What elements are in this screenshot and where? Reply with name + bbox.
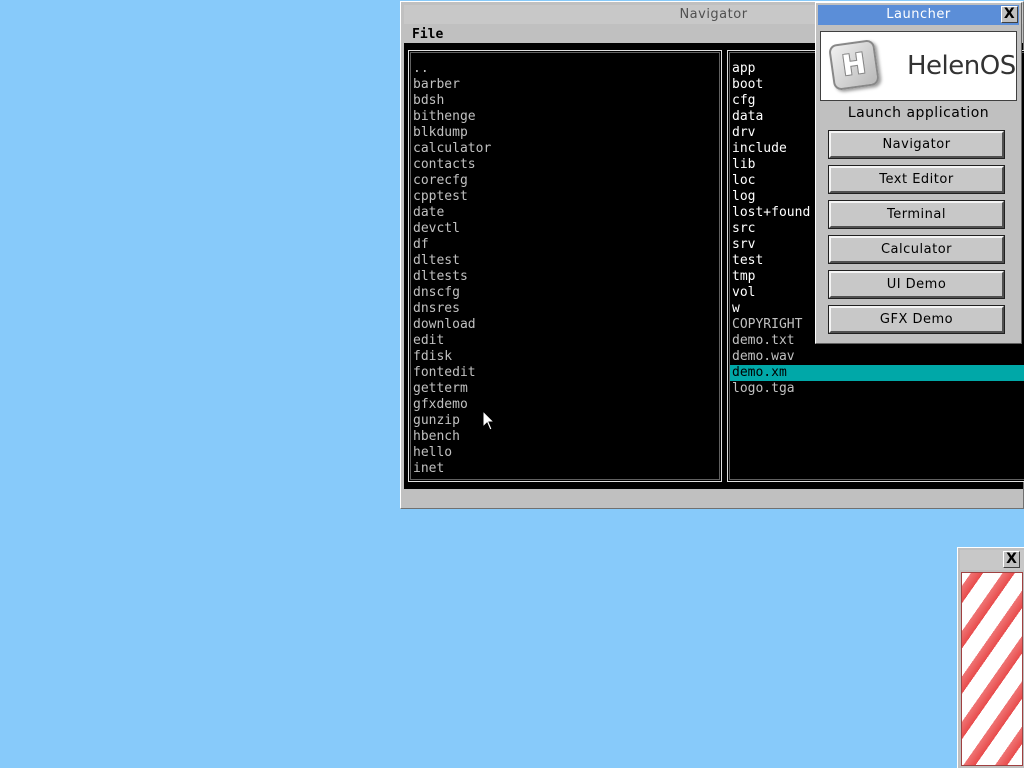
left-file-item[interactable]: dnscfg	[411, 285, 719, 301]
left-file-item[interactable]: download	[411, 317, 719, 333]
launch-text-editor-button[interactable]: Text Editor	[828, 165, 1005, 194]
left-file-item[interactable]: devctl	[411, 221, 719, 237]
launch-ui-demo-button[interactable]: UI Demo	[828, 270, 1005, 299]
left-file-item[interactable]: contacts	[411, 157, 719, 173]
helenos-logo-icon: H	[828, 39, 880, 91]
left-file-item[interactable]: ..	[411, 61, 719, 77]
left-file-item[interactable]: hbench	[411, 429, 719, 445]
launch-caption: Launch application	[847, 105, 990, 121]
mouse-pointer-icon	[482, 410, 496, 431]
logo-text: HelenOS	[907, 51, 1016, 81]
left-file-item[interactable]: corecfg	[411, 173, 719, 189]
launch-terminal-button[interactable]: Terminal	[828, 200, 1005, 229]
launcher-titlebar[interactable]: Launcher X	[818, 5, 1019, 25]
left-file-item[interactable]: gfxdemo	[411, 397, 719, 413]
barber-close-button[interactable]: X	[1003, 551, 1020, 568]
left-file-item[interactable]: edit	[411, 333, 719, 349]
barber-titlebar[interactable]: X	[960, 550, 1024, 570]
launch-navigator-button[interactable]: Navigator	[828, 130, 1005, 159]
left-file-item[interactable]: getterm	[411, 381, 719, 397]
right-file-item[interactable]: demo.wav	[730, 349, 1024, 365]
right-file-item[interactable]: demo.xm	[730, 365, 1024, 381]
left-file-item[interactable]: bdsh	[411, 93, 719, 109]
left-file-item[interactable]: dnsres	[411, 301, 719, 317]
left-file-item[interactable]: barber	[411, 77, 719, 93]
launcher-title: Launcher	[886, 7, 951, 22]
logo-letter: H	[840, 46, 868, 83]
launcher-window: Launcher X H HelenOS Launch application …	[815, 2, 1022, 344]
left-file-item[interactable]: dltest	[411, 253, 719, 269]
left-panel-frame: .. barber bdsh bithenge blkdump calculator con…	[410, 52, 720, 480]
desktop: Navigator File .. barber bdsh bithenge blkdu…	[0, 0, 1024, 768]
launcher-close-button[interactable]: X	[1001, 6, 1018, 23]
left-file-item[interactable]: fontedit	[411, 365, 719, 381]
left-file-item[interactable]: blkdump	[411, 125, 719, 141]
left-file-list: .. barber bdsh bithenge blkdump calculator con…	[411, 61, 719, 477]
helenos-logo: H HelenOS	[820, 31, 1017, 101]
left-file-item[interactable]: date	[411, 205, 719, 221]
launch-calculator-button[interactable]: Calculator	[828, 235, 1005, 264]
left-file-item[interactable]: calculator	[411, 141, 719, 157]
launch-gfx-demo-button[interactable]: GFX Demo	[828, 305, 1005, 334]
right-file-item[interactable]: logo.tga	[730, 381, 1024, 397]
left-file-item[interactable]: df	[411, 237, 719, 253]
navigator-status-bar	[404, 490, 1023, 507]
left-file-item[interactable]: hello	[411, 445, 719, 461]
barber-pole-image	[961, 572, 1023, 766]
left-file-item[interactable]: gunzip	[411, 413, 719, 429]
left-file-item[interactable]: bithenge	[411, 109, 719, 125]
left-file-item[interactable]: inet	[411, 461, 719, 477]
left-file-panel[interactable]: .. barber bdsh bithenge blkdump calculator con…	[408, 50, 722, 482]
barber-window: X	[957, 547, 1024, 768]
menu-file[interactable]: File	[412, 26, 443, 43]
left-file-item[interactable]: cpptest	[411, 189, 719, 205]
left-file-item[interactable]: dltests	[411, 269, 719, 285]
left-file-item[interactable]: fdisk	[411, 349, 719, 365]
